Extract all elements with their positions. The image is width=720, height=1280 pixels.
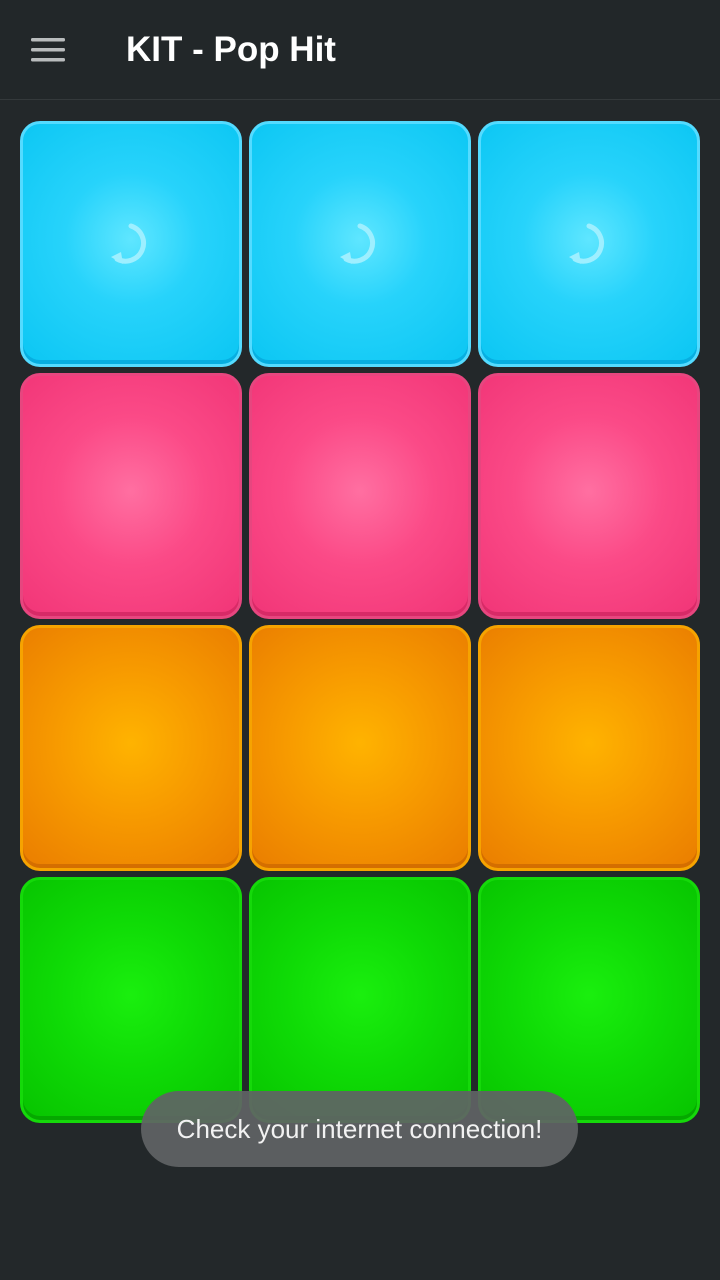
pad-r2-c2[interactable] — [249, 373, 471, 619]
page-title: KIT - Pop Hit — [126, 30, 336, 69]
loop-icon — [333, 217, 387, 271]
pad-r2-c3[interactable] — [478, 373, 700, 619]
loop-icon — [562, 217, 616, 271]
app-bar: KIT - Pop Hit — [0, 0, 720, 100]
pad-r4-c1[interactable] — [20, 877, 242, 1123]
pad-r4-c3[interactable] — [478, 877, 700, 1123]
toast-text: Check your internet connection! — [176, 1113, 543, 1144]
pad-r1-c1[interactable] — [20, 121, 242, 367]
pad-r3-c3[interactable] — [478, 625, 700, 871]
launchpad-screen: KIT - Pop Hit Check your internet connec… — [0, 0, 720, 1280]
pad-r3-c1[interactable] — [20, 625, 242, 871]
pad-r1-c3[interactable] — [478, 121, 700, 367]
pad-grid — [20, 121, 700, 1123]
pad-r4-c2[interactable] — [249, 877, 471, 1123]
menu-button[interactable] — [26, 28, 70, 72]
toast-message: Check your internet connection! — [141, 1091, 578, 1167]
hamburger-menu-icon — [31, 38, 65, 62]
loop-icon — [104, 217, 158, 271]
pad-r2-c1[interactable] — [20, 373, 242, 619]
pad-r3-c2[interactable] — [249, 625, 471, 871]
pad-r1-c2[interactable] — [249, 121, 471, 367]
